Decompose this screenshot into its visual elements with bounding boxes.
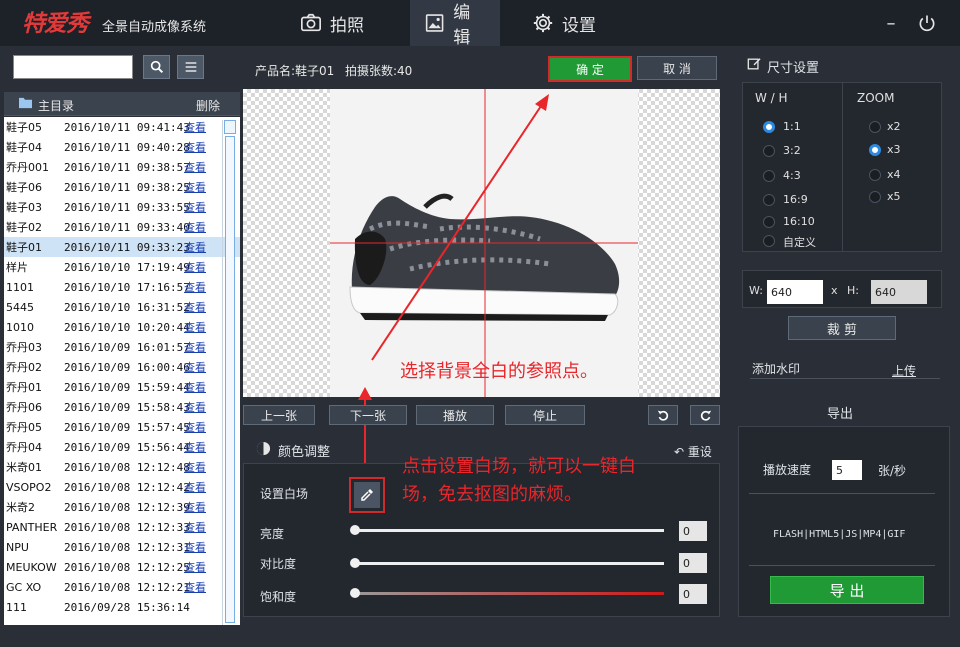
saturation-slider[interactable] — [354, 592, 664, 595]
eyedropper-button[interactable] — [354, 482, 380, 508]
annotation-bottom: 点击设置白场，就可以一键白场，免去抠图的麻烦。 — [402, 456, 636, 505]
export-panel: 播放速度 5 张/秒 FLASH|HTML5|JS|MP4|GIF 导 出 — [738, 426, 950, 617]
brightness-value[interactable]: 0 — [679, 521, 707, 541]
ratio-label: 自定义 — [783, 236, 816, 249]
ratio-label: 16:9 — [783, 193, 808, 206]
brightness-knob[interactable] — [350, 525, 360, 535]
ratio-label: 4:3 — [783, 169, 801, 182]
saturation-value[interactable]: 0 — [679, 584, 707, 604]
contrast-label: 对比度 — [260, 557, 297, 571]
brightness-slider[interactable] — [354, 529, 664, 532]
white-balance-highlight — [349, 477, 385, 513]
annotation-top: 选择背景全白的参照点。 — [400, 361, 598, 382]
ratio-radio[interactable] — [763, 216, 775, 228]
undo-icon: ↶ — [674, 445, 688, 459]
eyedropper-icon — [361, 489, 373, 501]
width-label: W: — [749, 284, 763, 297]
ratio-radio[interactable] — [763, 121, 775, 133]
height-label: H: — [847, 284, 859, 297]
brightness-label: 亮度 — [260, 527, 285, 541]
watermark-row: 添加水印 上传 — [750, 357, 940, 379]
ratio-radio[interactable] — [763, 235, 775, 247]
resize-icon — [747, 57, 761, 74]
play-button[interactable]: 播放 — [416, 405, 494, 425]
speed-unit: 张/秒 — [878, 464, 907, 478]
export-title: 导出 — [827, 407, 854, 422]
contrast-knob[interactable] — [350, 558, 360, 568]
zoom-radio[interactable] — [869, 121, 881, 133]
zoom-radio[interactable] — [869, 191, 881, 203]
reset-label: 重设 — [687, 445, 712, 459]
speed-label: 播放速度 — [763, 463, 812, 477]
size-options-panel: W / H ZOOM 1:1 3:2 4:3 16:9 16:10 自定义 x2 x3 x4 x5 — [742, 82, 942, 252]
zoom-label: x2 — [887, 120, 901, 133]
ratio-label: 3:2 — [783, 144, 801, 157]
rotate-right-button[interactable] — [690, 405, 720, 425]
next-button[interactable]: 下一张 — [329, 405, 407, 425]
contrast-value[interactable]: 0 — [679, 553, 707, 573]
ratio-radio[interactable] — [763, 170, 775, 182]
palette-icon — [256, 441, 271, 459]
ratio-radio[interactable] — [763, 194, 775, 206]
contrast-slider[interactable] — [354, 562, 664, 565]
size-settings-title: 尺寸设置 — [767, 61, 820, 76]
prev-button[interactable]: 上一张 — [243, 405, 315, 425]
rotate-right-icon — [700, 410, 711, 421]
zoom-radio[interactable] — [869, 144, 881, 156]
rotate-left-icon — [657, 410, 668, 421]
times-label: x — [831, 284, 838, 297]
crop-button[interactable]: 裁 剪 — [788, 316, 896, 340]
ratio-label: 16:10 — [783, 215, 815, 228]
watermark-label: 添加水印 — [752, 362, 801, 376]
stop-button[interactable]: 停止 — [505, 405, 585, 425]
white-balance-label: 设置白场 — [260, 487, 309, 501]
speed-input[interactable]: 5 — [832, 460, 862, 480]
export-button[interactable]: 导 出 — [770, 576, 924, 604]
export-formats: FLASH|HTML5|JS|MP4|GIF — [773, 529, 906, 540]
zoom-label: x3 — [887, 143, 901, 156]
rotate-left-button[interactable] — [648, 405, 678, 425]
saturation-label: 饱和度 — [260, 590, 297, 604]
wh-title: W / H — [755, 91, 788, 105]
zoom-label: x5 — [887, 190, 901, 203]
width-input[interactable]: 640 — [767, 280, 823, 304]
ratio-radio[interactable] — [763, 145, 775, 157]
saturation-knob[interactable] — [350, 588, 360, 598]
dimension-panel: W: 640 x H: 640 — [742, 270, 942, 308]
zoom-label: x4 — [887, 168, 901, 181]
reset-button[interactable]: ↶ 重设 — [674, 443, 712, 460]
color-adjust-title: 颜色调整 — [278, 445, 331, 460]
upload-link[interactable]: 上传 — [892, 362, 916, 379]
ratio-label: 1:1 — [783, 120, 801, 133]
zoom-title: ZOOM — [857, 91, 895, 105]
zoom-radio[interactable] — [869, 169, 881, 181]
height-input[interactable]: 640 — [871, 280, 927, 304]
